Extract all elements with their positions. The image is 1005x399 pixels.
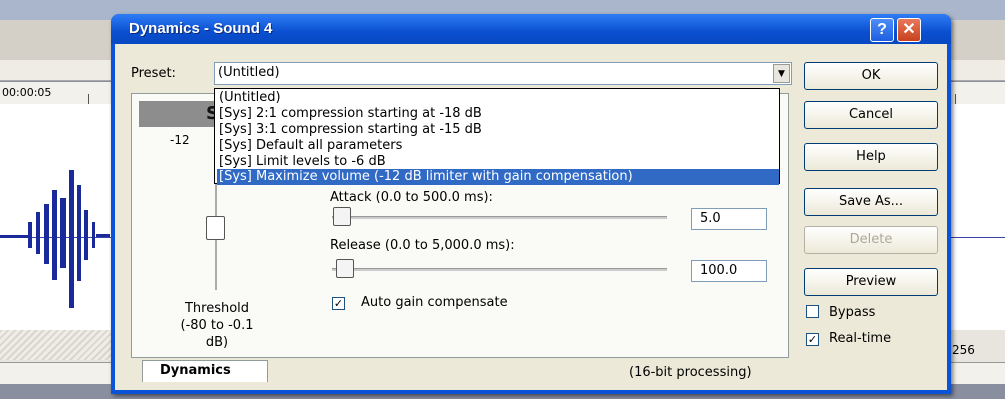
waveform-shape bbox=[0, 170, 110, 308]
threshold-slider-thumb[interactable] bbox=[206, 216, 225, 240]
dialog-titlebar[interactable]: Dynamics - Sound 4 ? ✕ bbox=[111, 14, 951, 44]
threshold-range: (-80 to -0.1 dB) bbox=[180, 318, 254, 350]
title-close-button[interactable]: ✕ bbox=[897, 18, 921, 42]
background-value: 256 bbox=[952, 343, 975, 357]
ruler-tick bbox=[955, 94, 956, 104]
delete-button[interactable]: Delete bbox=[804, 226, 938, 254]
attack-slider-track[interactable] bbox=[332, 216, 667, 219]
ruler-tick bbox=[88, 94, 89, 104]
attack-slider-thumb[interactable] bbox=[333, 207, 351, 226]
realtime-checkbox[interactable]: ✓ bbox=[806, 333, 819, 346]
preset-combobox[interactable]: (Untitled) ▼ bbox=[214, 62, 792, 85]
release-slider-thumb[interactable] bbox=[336, 259, 354, 278]
chevron-down-icon[interactable]: ▼ bbox=[773, 64, 790, 83]
release-label: Release (0.0 to 5,000.0 ms): bbox=[330, 238, 515, 253]
bypass-checkbox[interactable] bbox=[806, 305, 819, 318]
meter-scale-label: -12 bbox=[170, 133, 190, 147]
preset-combobox-value: (Untitled) bbox=[218, 65, 280, 80]
threshold-label: Threshold bbox=[184, 301, 250, 316]
processing-status: (16-bit processing) bbox=[629, 365, 752, 380]
auto-gain-label: Auto gain compensate bbox=[361, 295, 508, 310]
dialog-title: Dynamics - Sound 4 bbox=[129, 20, 273, 37]
preview-button[interactable]: Preview bbox=[804, 268, 938, 296]
threshold-caption: Threshold (-80 to -0.1 dB) bbox=[172, 300, 262, 351]
attack-value-field[interactable]: 5.0 bbox=[691, 208, 767, 230]
preset-option[interactable]: [Sys] Limit levels to -6 dB bbox=[217, 154, 779, 170]
cancel-button[interactable]: Cancel bbox=[804, 101, 938, 129]
preset-label: Preset: bbox=[131, 66, 176, 81]
save-as-button[interactable]: Save As... bbox=[804, 188, 938, 216]
auto-gain-checkbox[interactable]: ✓ bbox=[332, 297, 345, 310]
bypass-label: Bypass bbox=[829, 305, 876, 320]
release-slider-track[interactable] bbox=[332, 268, 667, 271]
preset-option[interactable]: [Sys] Default all parameters bbox=[217, 138, 779, 154]
realtime-label: Real-time bbox=[829, 331, 892, 346]
help-button[interactable]: Help bbox=[804, 143, 938, 171]
preset-dropdown-list: (Untitled) [Sys] 2:1 compression startin… bbox=[214, 88, 780, 185]
preset-option[interactable]: [Sys] 2:1 compression starting at -18 dB bbox=[217, 106, 779, 122]
release-value-field[interactable]: 100.0 bbox=[691, 260, 767, 282]
preset-option[interactable]: [Sys] 3:1 compression starting at -15 dB bbox=[217, 122, 779, 138]
ruler-time-label: 00:00:05 bbox=[2, 86, 52, 99]
preset-option[interactable]: (Untitled) bbox=[217, 90, 779, 106]
tab-dynamics-label: Dynamics bbox=[160, 363, 231, 378]
attack-label: Attack (0.0 to 500.0 ms): bbox=[330, 190, 493, 205]
preset-option-selected[interactable]: [Sys] Maximize volume (-12 dB limiter wi… bbox=[217, 169, 779, 185]
title-help-button[interactable]: ? bbox=[870, 18, 894, 42]
ok-button[interactable]: OK bbox=[804, 62, 938, 90]
